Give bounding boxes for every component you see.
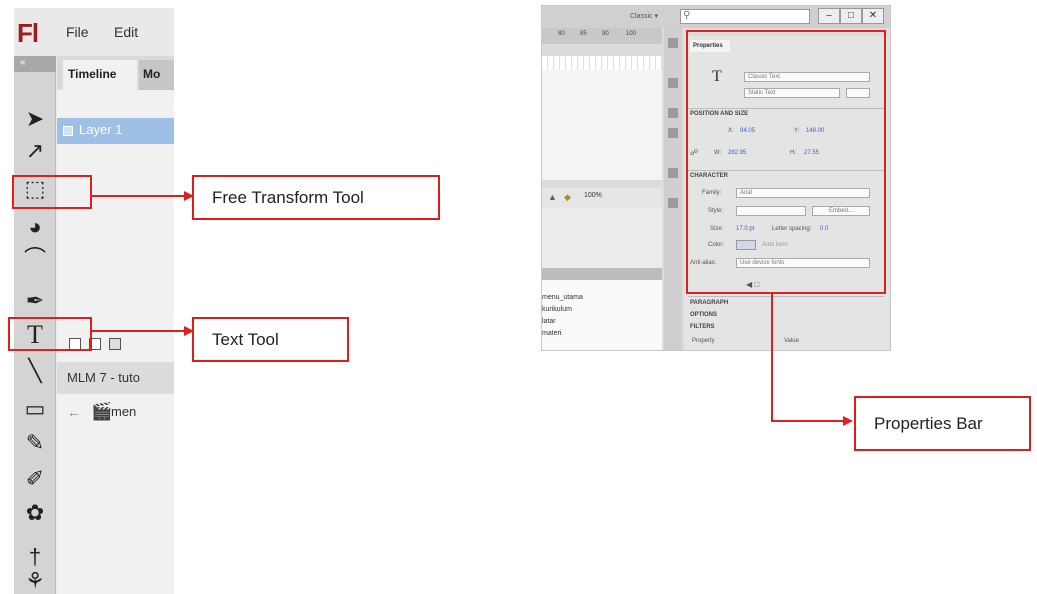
- filters-col-value: Value: [784, 338, 799, 344]
- window-controls: – □ ✕: [818, 8, 886, 24]
- collapse-icon[interactable]: «: [14, 56, 56, 72]
- library-item[interactable]: menu_utama: [542, 294, 583, 301]
- ruler-label: 85: [580, 31, 587, 37]
- left-screenshot: Fl File Edit « ➤ ↗ ⬚ ◕ ⌒ ✒ T ╲ ▭ ✎ ✐ ✿ †…: [14, 8, 174, 594]
- back-arrow-icon[interactable]: ←: [67, 404, 81, 420]
- flash-logo: Fl: [17, 18, 39, 48]
- edit-symbol-icon[interactable]: ◆: [564, 192, 571, 203]
- section-options[interactable]: OPTIONS: [690, 312, 717, 318]
- layer-row[interactable]: Layer 1: [57, 118, 174, 144]
- panel-icon[interactable]: [668, 78, 678, 88]
- menu-edit[interactable]: Edit: [114, 24, 138, 40]
- callout-line: [771, 420, 843, 422]
- panel-icon[interactable]: [668, 128, 678, 138]
- text-tool-highlight: [8, 317, 92, 351]
- frame-cells[interactable]: [542, 56, 662, 70]
- tab-motion-editor[interactable]: Mo: [139, 60, 174, 90]
- tab-timeline[interactable]: Timeline: [63, 60, 137, 90]
- callout-line: [771, 294, 773, 422]
- 3d-rotation-tool-icon[interactable]: ◕: [21, 214, 49, 240]
- library-header: [542, 268, 662, 280]
- line-tool-icon[interactable]: ╲: [21, 358, 49, 384]
- panel-icon-strip: [664, 28, 682, 350]
- timeline-body: [542, 70, 662, 180]
- callout-line: [92, 330, 184, 332]
- subselection-tool-icon[interactable]: ↗: [21, 138, 49, 164]
- trash-icon[interactable]: [109, 338, 121, 350]
- divider: [688, 296, 884, 297]
- workspace-switcher[interactable]: Classic ▾: [630, 12, 658, 20]
- scene-icon: 🎬: [91, 402, 113, 421]
- document-tab[interactable]: MLM 7 - tuto: [57, 362, 174, 394]
- timeline-tab-bar: Timeline Mo: [57, 56, 174, 90]
- panel-icon[interactable]: [668, 168, 678, 178]
- library-list: menu_utama kurikulum latar materi: [542, 280, 662, 350]
- rectangle-tool-icon[interactable]: ▭: [21, 396, 49, 422]
- properties-bar-callout: Properties Bar: [854, 396, 1031, 451]
- bone-tool-icon[interactable]: †: [21, 544, 49, 570]
- menu-file[interactable]: File: [66, 24, 89, 40]
- minimize-button[interactable]: –: [818, 8, 840, 24]
- ruler-label: 90: [602, 31, 609, 37]
- library-item[interactable]: latar: [542, 318, 556, 325]
- paint-bucket-tool-icon[interactable]: ⚘: [21, 568, 49, 594]
- arrow-head-icon: [843, 416, 853, 426]
- free-transform-callout: Free Transform Tool: [192, 175, 440, 220]
- close-button[interactable]: ✕: [862, 8, 884, 24]
- section-paragraph[interactable]: PARAGRAPH: [690, 300, 728, 306]
- edit-bar: ← 🎬 men: [57, 400, 174, 426]
- panel-icon[interactable]: [668, 38, 678, 48]
- filters-col-property: Property: [692, 338, 715, 344]
- maximize-button[interactable]: □: [840, 8, 862, 24]
- lasso-tool-icon[interactable]: ⌒: [21, 246, 49, 272]
- stage-canvas[interactable]: [542, 208, 662, 268]
- panel-icon[interactable]: [668, 198, 678, 208]
- zoom-select[interactable]: 100%: [584, 192, 602, 199]
- free-transform-highlight: [12, 175, 92, 209]
- layer-label: Layer 1: [79, 122, 123, 137]
- selection-tool-icon[interactable]: ➤: [21, 106, 49, 132]
- pen-tool-icon[interactable]: ✒: [21, 288, 49, 314]
- deco-tool-icon[interactable]: ✿: [21, 500, 49, 526]
- search-input[interactable]: ⚲: [680, 9, 810, 24]
- properties-highlight: [686, 30, 886, 294]
- layer-icon: [63, 126, 73, 136]
- library-item[interactable]: materi: [542, 330, 561, 337]
- zoom-bar: ▲ ◆ 100%: [542, 188, 662, 208]
- section-filters[interactable]: FILTERS: [690, 324, 715, 330]
- callout-line: [92, 195, 184, 197]
- ruler-label: 80: [558, 31, 565, 37]
- library-item[interactable]: kurikulum: [542, 306, 572, 313]
- app-bar: Classic ▾ ⚲ – □ ✕: [542, 6, 890, 28]
- brush-tool-icon[interactable]: ✐: [21, 466, 49, 492]
- text-tool-callout: Text Tool: [192, 317, 349, 362]
- panel-icon[interactable]: [668, 108, 678, 118]
- edit-scene-icon[interactable]: ▲: [548, 192, 557, 202]
- pencil-tool-icon[interactable]: ✎: [21, 430, 49, 456]
- search-icon: ⚲: [683, 10, 691, 21]
- frame-ruler: 80 85 90 100: [542, 28, 662, 44]
- scene-label: men: [111, 404, 137, 419]
- ruler-label: 100: [626, 31, 637, 37]
